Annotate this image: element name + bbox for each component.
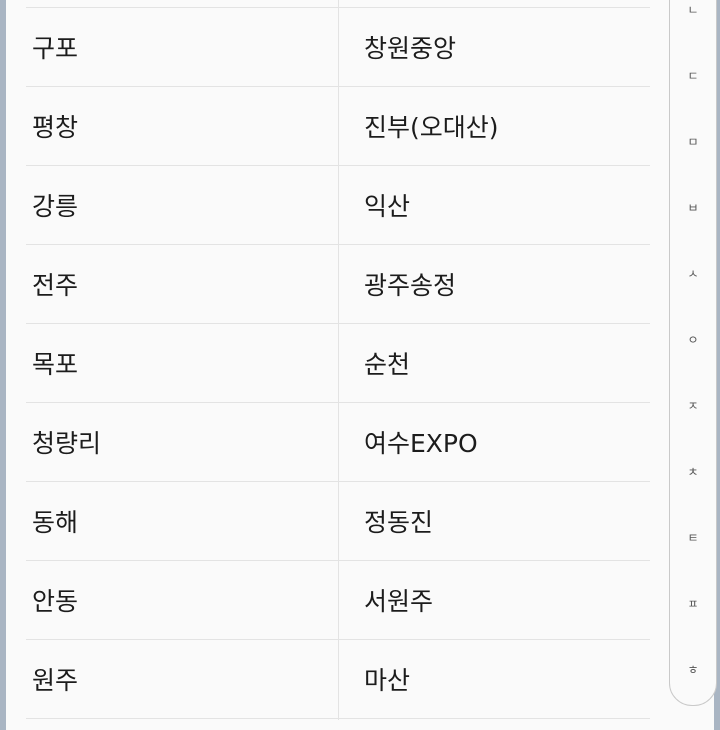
- station-cell[interactable]: 창원중앙: [338, 8, 656, 86]
- index-letter-tieut[interactable]: ㅌ: [670, 529, 716, 546]
- station-cell[interactable]: 평창: [26, 87, 338, 165]
- screen: 구포 창원중앙 평창 진부(오대산) 강릉 익산 전주 광주송정 목포 순천 청…: [0, 0, 720, 730]
- station-cell[interactable]: 정동진: [338, 482, 656, 560]
- table-row: 청량리 여수EXPO: [26, 403, 650, 482]
- index-letter-mieum[interactable]: ㅁ: [670, 133, 716, 150]
- index-letter-digeut[interactable]: ㄷ: [670, 67, 716, 84]
- station-cell[interactable]: 동해: [26, 482, 338, 560]
- station-grid: 구포 창원중앙 평창 진부(오대산) 강릉 익산 전주 광주송정 목포 순천 청…: [26, 8, 650, 719]
- table-row: 원주 마산: [26, 640, 650, 719]
- station-cell[interactable]: 진부(오대산): [338, 87, 656, 165]
- index-letter-pieup[interactable]: ㅍ: [670, 595, 716, 612]
- index-letter-jieut[interactable]: ㅈ: [670, 397, 716, 414]
- station-cell[interactable]: 구포: [26, 8, 338, 86]
- table-row: 동해 정동진: [26, 482, 650, 561]
- index-letter-bieup[interactable]: ㅂ: [670, 199, 716, 216]
- index-letter-chieut[interactable]: ㅊ: [670, 463, 716, 480]
- table-row: 목포 순천: [26, 324, 650, 403]
- station-cell[interactable]: 익산: [338, 166, 656, 244]
- station-cell[interactable]: 강릉: [26, 166, 338, 244]
- station-cell[interactable]: 마산: [338, 640, 656, 718]
- station-cell[interactable]: 서원주: [338, 561, 656, 639]
- table-row: 평창 진부(오대산): [26, 87, 650, 166]
- index-scroll-bar[interactable]: ㄴ ㄷ ㅁ ㅂ ㅅ ㅇ ㅈ ㅊ ㅌ ㅍ ㅎ: [669, 0, 717, 706]
- station-cell[interactable]: 광주송정: [338, 245, 656, 323]
- station-cell[interactable]: 순천: [338, 324, 656, 402]
- station-cell[interactable]: 여수EXPO: [338, 403, 656, 481]
- index-letter-ieung[interactable]: ㅇ: [670, 331, 716, 348]
- table-row: 강릉 익산: [26, 166, 650, 245]
- table-row: 구포 창원중앙: [26, 8, 650, 87]
- table-row: 전주 광주송정: [26, 245, 650, 324]
- station-cell[interactable]: 원주: [26, 640, 338, 718]
- station-cell[interactable]: 전주: [26, 245, 338, 323]
- station-cell[interactable]: 목포: [26, 324, 338, 402]
- table-row: 안동 서원주: [26, 561, 650, 640]
- index-letter-siot[interactable]: ㅅ: [670, 265, 716, 282]
- index-letter-hieut[interactable]: ㅎ: [670, 661, 716, 678]
- station-cell[interactable]: 청량리: [26, 403, 338, 481]
- station-cell[interactable]: 안동: [26, 561, 338, 639]
- index-letter-nieun[interactable]: ㄴ: [670, 1, 716, 18]
